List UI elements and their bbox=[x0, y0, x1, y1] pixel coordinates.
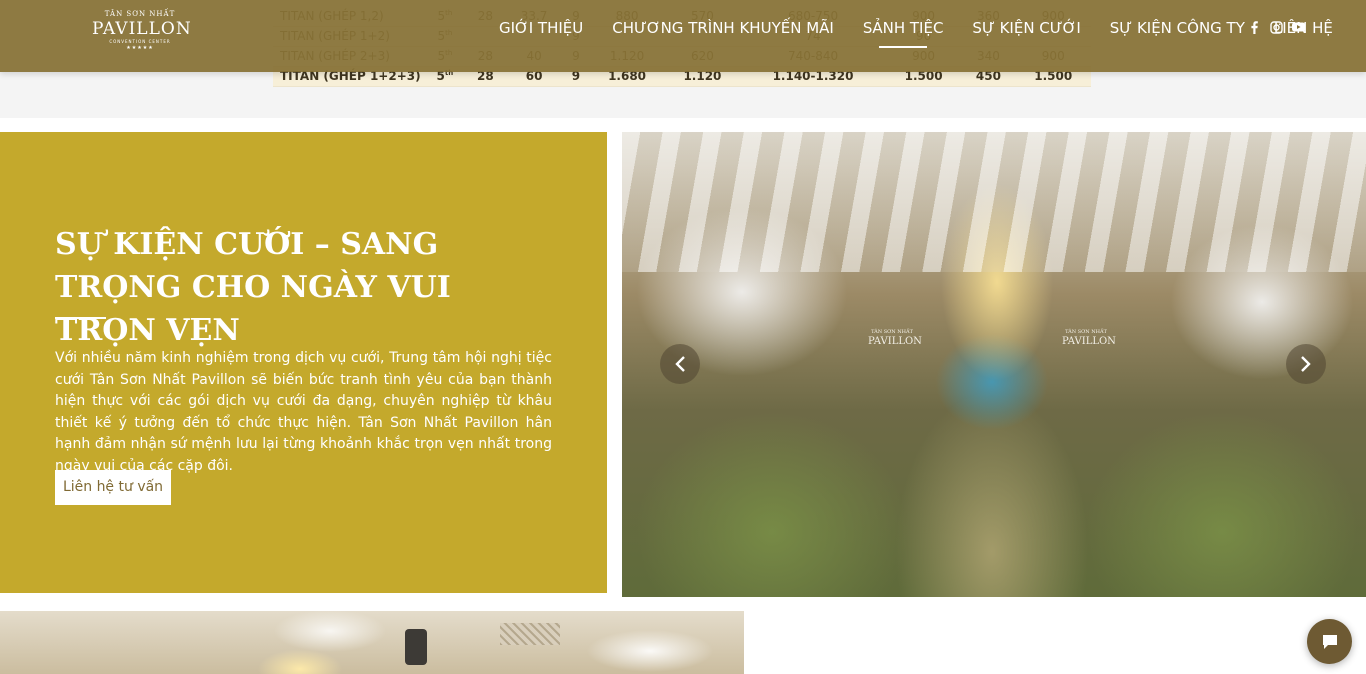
site-header: TÂN SƠN NHẤT PAVILLON CONVENTION CENTER … bbox=[0, 0, 1366, 72]
wedding-description: Với nhiều năm kinh nghiệm trong dịch vụ … bbox=[55, 350, 552, 474]
slide-logo-left-main: PAVILLON bbox=[868, 336, 922, 347]
slide-logo-right-line1: TÂN SƠN NHẤT bbox=[1065, 329, 1107, 335]
chevron-left-icon bbox=[675, 356, 685, 372]
nav-item-su-kien-cuoi[interactable]: SỰ KIỆN CƯỚI bbox=[972, 0, 1080, 56]
slide-logo-right-main: PAVILLON bbox=[1062, 336, 1116, 347]
facebook-icon[interactable] bbox=[1248, 19, 1261, 35]
slide-image bbox=[622, 132, 1366, 272]
chat-widget-button[interactable] bbox=[1307, 619, 1352, 664]
logo-line1: TÂN SƠN NHẤT bbox=[104, 10, 176, 18]
site-logo[interactable]: TÂN SƠN NHẤT PAVILLON CONVENTION CENTER … bbox=[92, 10, 192, 54]
chandelier-graphic bbox=[405, 629, 427, 665]
slide-logo-left: TÂN SƠN NHẤT PAVILLON bbox=[868, 329, 922, 348]
wedding-intro-panel: SỰ KIỆN CƯỚI – SANG TRỌNG CHO NGÀY VUI T… bbox=[0, 132, 607, 593]
youtube-icon[interactable] bbox=[1292, 19, 1305, 35]
ceiling-vent-graphic bbox=[500, 623, 560, 645]
main-nav: GIỚI THIỆU CHƯƠNG TRÌNH KHUYẾN MÃI SẢNH … bbox=[499, 0, 1362, 72]
title-divider bbox=[55, 317, 106, 319]
nav-item-sanh-tiec[interactable]: SẢNH TIỆC bbox=[863, 0, 943, 56]
contact-consult-button[interactable]: Liên hệ tư vấn bbox=[55, 470, 171, 505]
chevron-right-icon bbox=[1301, 356, 1311, 372]
chat-bubble-icon bbox=[1322, 634, 1337, 649]
logo-stars: ★★★★★ bbox=[126, 45, 154, 51]
nav-item-khuyen-mai[interactable]: CHƯƠNG TRÌNH KHUYẾN MÃI bbox=[612, 0, 834, 56]
slide-logo-left-line1: TÂN SƠN NHẤT bbox=[871, 329, 913, 335]
slide-logo-right: TÂN SƠN NHẤT PAVILLON bbox=[1062, 329, 1116, 348]
ballroom-image bbox=[0, 611, 744, 674]
social-links bbox=[1248, 19, 1305, 35]
wedding-section-title: SỰ KIỆN CƯỚI – SANG TRỌNG CHO NGÀY VUI T… bbox=[55, 227, 451, 348]
wedding-image-slider[interactable]: TÂN SƠN NHẤT PAVILLON TÂN SƠN NHẤT PAVIL… bbox=[622, 132, 1366, 597]
instagram-icon[interactable] bbox=[1270, 19, 1283, 35]
nav-item-su-kien-cong-ty[interactable]: SỰ KIỆN CÔNG TY bbox=[1110, 0, 1245, 56]
slider-prev-button[interactable] bbox=[660, 344, 700, 384]
nav-item-gioi-thieu[interactable]: GIỚI THIỆU bbox=[499, 0, 583, 56]
logo-main: PAVILLON bbox=[92, 19, 192, 39]
slider-next-button[interactable] bbox=[1286, 344, 1326, 384]
